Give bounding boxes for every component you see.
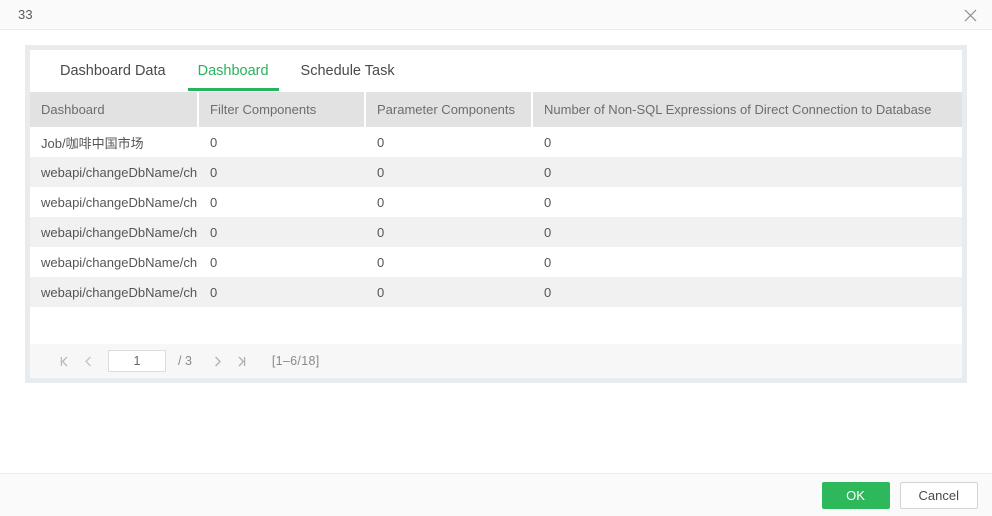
table-row[interactable]: webapi/changeDbName/cha 0 0 0 bbox=[30, 157, 962, 187]
cell-dashboard: webapi/changeDbName/cha bbox=[41, 284, 197, 300]
table-empty-row bbox=[30, 307, 962, 337]
tab-dashboard[interactable]: Dashboard bbox=[182, 50, 285, 91]
tab-label: Dashboard Data bbox=[60, 62, 166, 79]
modal-dialog: 33 Dashboard Data Dashboard Schedule Tas… bbox=[0, 0, 992, 516]
tab-label: Schedule Task bbox=[300, 62, 395, 79]
cell-dashboard: webapi/changeDbName/cha bbox=[41, 254, 197, 270]
cell-filter-components: 0 bbox=[210, 134, 218, 150]
table-row[interactable]: webapi/changeDbName/cha 0 0 0 bbox=[30, 217, 962, 247]
cell-dashboard: Job/咖啡中国市场 bbox=[41, 135, 144, 151]
cell-filter-components: 0 bbox=[210, 284, 218, 300]
pagination-bar: / 3 [1–6/18] bbox=[30, 344, 962, 378]
table-header-row: Dashboard Filter Components Parameter Co… bbox=[30, 92, 962, 127]
column-header-filter-components[interactable]: Filter Components bbox=[199, 92, 364, 127]
dialog-footer: OK Cancel bbox=[0, 473, 992, 516]
close-icon[interactable] bbox=[948, 0, 992, 30]
total-pages-label: / 3 bbox=[178, 354, 192, 368]
table-row[interactable]: webapi/changeDbName/cha 0 0 0 bbox=[30, 247, 962, 277]
content-panel: Dashboard Data Dashboard Schedule Task D… bbox=[30, 50, 962, 378]
dialog-title: 33 bbox=[18, 7, 33, 22]
content-panel-frame: Dashboard Data Dashboard Schedule Task D… bbox=[25, 45, 967, 383]
table-body: Job/咖啡中国市场 0 0 0 webapi/changeDbName/cha… bbox=[30, 127, 962, 344]
dialog-titlebar: 33 bbox=[0, 0, 992, 30]
dashboard-table: Dashboard Filter Components Parameter Co… bbox=[30, 92, 962, 378]
cancel-button[interactable]: Cancel bbox=[899, 481, 978, 509]
column-header-nonsql-expressions[interactable]: Number of Non-SQL Expressions of Direct … bbox=[533, 92, 962, 127]
last-page-icon[interactable] bbox=[230, 349, 254, 373]
cell-filter-components: 0 bbox=[210, 254, 218, 270]
cell-nonsql-expressions: 0 bbox=[544, 224, 552, 240]
cell-nonsql-expressions: 0 bbox=[544, 194, 552, 210]
tab-schedule-task[interactable]: Schedule Task bbox=[285, 50, 411, 91]
dialog-body: Dashboard Data Dashboard Schedule Task D… bbox=[0, 30, 992, 473]
cell-filter-components: 0 bbox=[210, 164, 218, 180]
cell-dashboard: webapi/changeDbName/cha bbox=[41, 164, 197, 180]
tab-label: Dashboard bbox=[197, 62, 269, 79]
cell-filter-components: 0 bbox=[210, 224, 218, 240]
tab-dashboard-data[interactable]: Dashboard Data bbox=[44, 50, 182, 91]
cell-dashboard: webapi/changeDbName/cha bbox=[41, 194, 197, 210]
cell-nonsql-expressions: 0 bbox=[544, 254, 552, 270]
table-row[interactable]: webapi/changeDbName/cha 0 0 0 bbox=[30, 277, 962, 307]
cell-nonsql-expressions: 0 bbox=[544, 284, 552, 300]
column-header-dashboard[interactable]: Dashboard bbox=[30, 92, 197, 127]
first-page-icon[interactable] bbox=[52, 349, 76, 373]
cell-dashboard: webapi/changeDbName/cha bbox=[41, 224, 197, 240]
cell-parameter-components: 0 bbox=[377, 134, 385, 150]
table-row[interactable]: Job/咖啡中国市场 0 0 0 bbox=[30, 127, 962, 157]
column-header-parameter-components[interactable]: Parameter Components bbox=[366, 92, 531, 127]
cell-parameter-components: 0 bbox=[377, 194, 385, 210]
cell-nonsql-expressions: 0 bbox=[544, 164, 552, 180]
cell-parameter-components: 0 bbox=[377, 224, 385, 240]
cell-filter-components: 0 bbox=[210, 194, 218, 210]
tab-bar: Dashboard Data Dashboard Schedule Task bbox=[30, 50, 962, 92]
table-row[interactable]: webapi/changeDbName/cha 0 0 0 bbox=[30, 187, 962, 217]
record-range-label: [1–6/18] bbox=[271, 354, 320, 368]
page-number-input[interactable] bbox=[108, 350, 166, 372]
ok-button[interactable]: OK bbox=[821, 481, 890, 509]
previous-page-icon[interactable] bbox=[76, 349, 100, 373]
cell-parameter-components: 0 bbox=[377, 254, 385, 270]
cell-parameter-components: 0 bbox=[377, 284, 385, 300]
cell-nonsql-expressions: 0 bbox=[544, 134, 552, 150]
next-page-icon[interactable] bbox=[206, 349, 230, 373]
cell-parameter-components: 0 bbox=[377, 164, 385, 180]
